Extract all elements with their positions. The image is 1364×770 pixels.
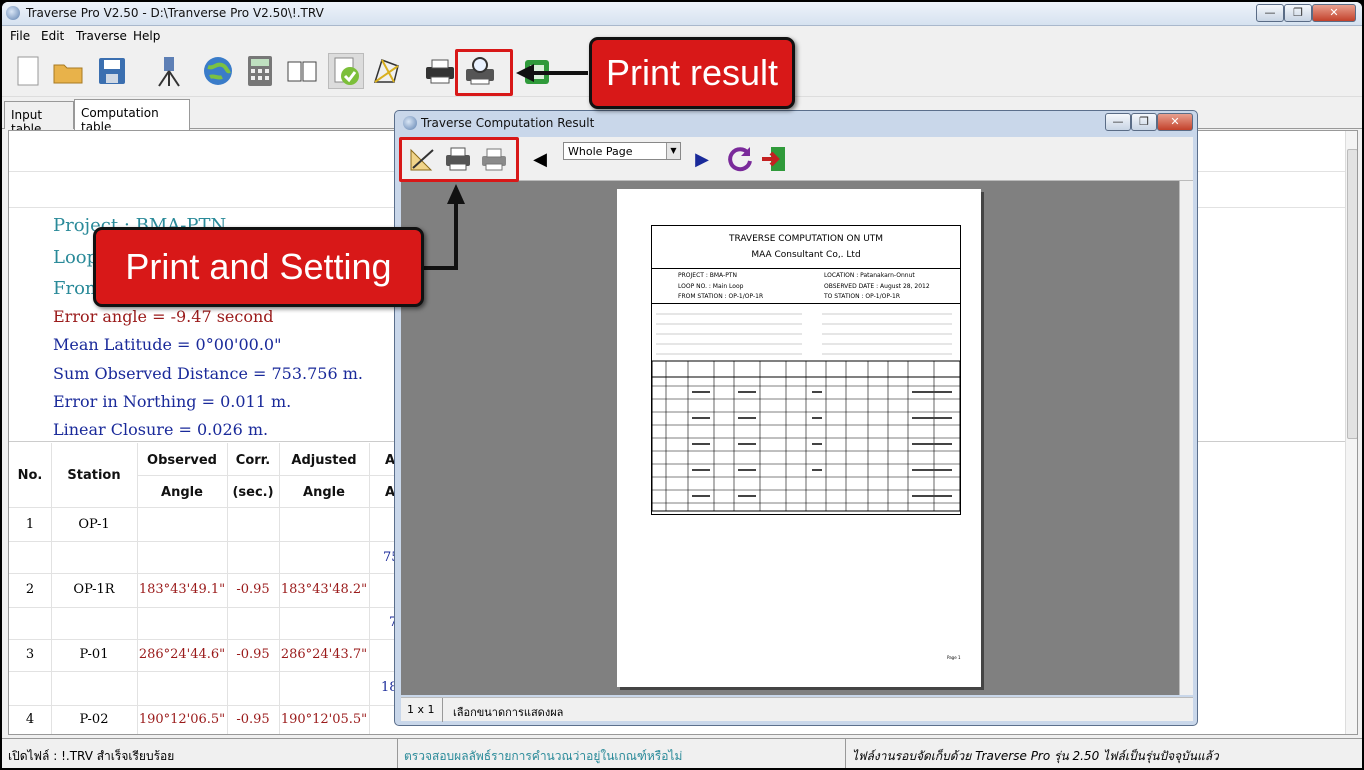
callout-arrows (424, 64, 588, 270)
print-setting-callout: Print and Setting (93, 227, 424, 307)
print-result-callout: Print result (589, 37, 795, 109)
